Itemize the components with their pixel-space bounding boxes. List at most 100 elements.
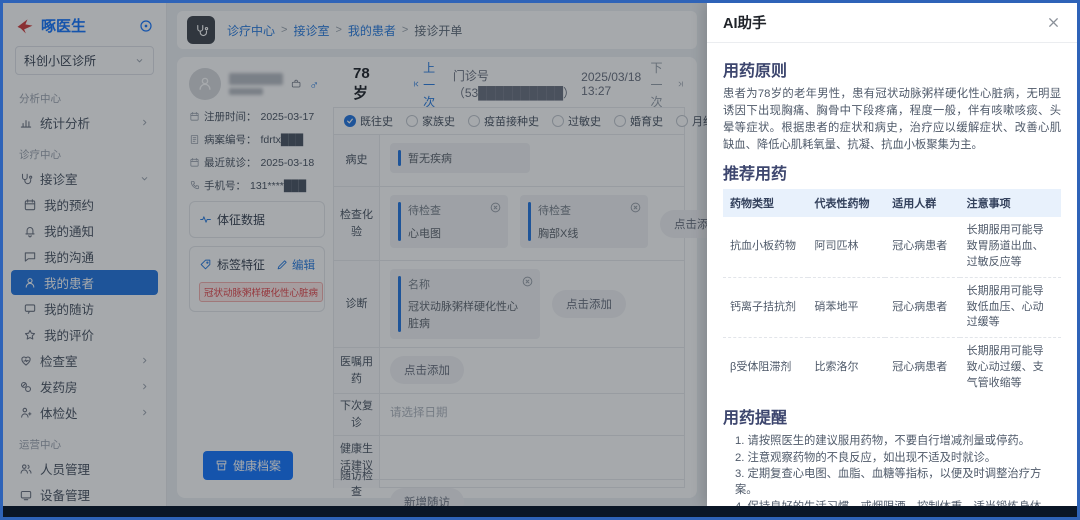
list-item: 3. 定期复查心电图、血脂、血糖等指标，以便及时调整治疗方案。 [735, 466, 1061, 499]
clinic-select[interactable]: 科创小区诊所 [15, 46, 154, 75]
tab-marital-history[interactable]: 婚育史 [614, 113, 663, 129]
diagnosis-card: 名称 冠状动脉粥样硬化性心脏病 [390, 269, 540, 339]
window-frame: 啄医生 科创小区诊所 分析中心 统计分析 诊疗中心 接诊室 [0, 0, 1080, 520]
sidebar-item-device-mgmt[interactable]: 设备管理 [11, 482, 158, 502]
list-item: 1. 请按照医生的建议服用药物，不要自行增减剂量或停药。 [735, 433, 1061, 449]
gender-male-icon: ♂ [309, 77, 319, 92]
sidebar-item-my-patients[interactable]: 我的患者 [11, 270, 158, 295]
table-row: 抗血小板药物 阿司匹林 冠心病患者 长期服用可能导致胃肠道出血、过敏反应等 [723, 217, 1061, 277]
date-picker-input[interactable]: 请选择日期 [390, 402, 448, 420]
sidebar-item-pharmacy[interactable]: 发药房 [11, 374, 158, 399]
stethoscope-icon [19, 172, 33, 186]
sidebar-item-notifications[interactable]: 我的通知 [11, 218, 158, 243]
exam-card-xray: 待检查 胸部X线 [520, 195, 648, 248]
remove-icon[interactable] [521, 275, 534, 288]
pencil-icon [276, 258, 289, 271]
table-row: β受体阻滞剂 比索洛尔 冠心病患者 长期服用可能导致心动过缓、支气管收缩等 [723, 338, 1061, 398]
health-archive-button[interactable]: 健康档案 [203, 451, 293, 480]
arrow-bar-left-icon [412, 78, 420, 90]
pulse-icon [199, 213, 212, 226]
list-item: 2. 注意观察药物的不良反应，如出现不适及时就诊。 [735, 450, 1061, 466]
consultation-form: 既往史 家族史 疫苗接种史 过敏史 婚育史 月经史 流行病学史 病史 [333, 107, 685, 488]
document-icon [189, 134, 200, 145]
tags-card: 标签特征 编辑 冠状动脉粥样硬化性心脏病 [189, 246, 325, 312]
tab-past-history[interactable]: 既往史 [344, 113, 393, 129]
registered-date: 注册时间：2025-03-17 [189, 109, 325, 124]
sidebar-item-physical-exam[interactable]: 体检处 [11, 400, 158, 425]
sidebar-item-communication[interactable]: 我的沟通 [11, 244, 158, 269]
tab-vaccination-history[interactable]: 疫苗接种史 [468, 113, 539, 129]
add-medication-button[interactable]: 点击添加 [390, 356, 464, 384]
ai-assistant-panel: AI助手 用药原则 患者为78岁的老年男性，患有冠状动脉粥样硬化性心脏病，无明显… [707, 3, 1077, 506]
check-icon [346, 117, 354, 125]
app-title: 啄医生 [41, 15, 132, 36]
sidebar-item-appointments[interactable]: 我的预约 [11, 192, 158, 217]
add-diagnosis-button[interactable]: 点击添加 [552, 290, 626, 318]
patient-name-redacted [229, 73, 283, 95]
row-history: 病史 暂无疾病 [334, 135, 684, 187]
row-medication: 医嘱用药 点击添加 [334, 348, 684, 394]
visit-number: 门诊号（53██████████） [453, 67, 575, 101]
reception-shortcut-button[interactable] [187, 16, 215, 44]
row-exams: 检查化验 待检查 心电图 [334, 187, 684, 261]
arrow-bar-right-icon [677, 78, 685, 90]
sidebar-item-reviews[interactable]: 我的评价 [11, 322, 158, 347]
prev-visit-button[interactable]: 上一次 [412, 59, 447, 110]
principles-heading: 用药原则 [723, 57, 1061, 81]
breadcrumb-link[interactable]: 接诊室 [293, 22, 329, 39]
visit-navigator: 上一次 门诊号（53██████████） 2025/03/18 13:27 下… [412, 59, 685, 110]
sidebar-item-reception[interactable]: 接诊室 [11, 166, 158, 191]
patient-info-panel: 注册时间：2025-03-17 病案编号：fdrtx███ 最近就诊：2025-… [189, 107, 325, 488]
sidebar-item-staff-mgmt[interactable]: 人员管理 [11, 456, 158, 481]
sidebar-item-exam-room[interactable]: 检查室 [11, 348, 158, 373]
chevron-right-icon [139, 355, 150, 366]
exam-card-ecg: 待检查 心电图 [390, 195, 508, 248]
edit-tags-button[interactable]: 编辑 [276, 257, 315, 273]
section-analysis: 分析中心 [19, 91, 150, 106]
row-lifestyle-advice: 健康生活建议 [334, 436, 684, 480]
phone-icon [189, 180, 200, 191]
calendar-icon [189, 157, 200, 168]
next-visit-button[interactable]: 下一次 [650, 59, 685, 110]
breadcrumb-current: 接诊开单 [414, 22, 462, 39]
briefcase-icon [291, 77, 301, 91]
row-next-visit: 下次复诊 请选择日期 [334, 394, 684, 436]
main-content: 诊疗中心 > 接诊室 > 我的患者 > 接诊开单 [167, 3, 707, 506]
history-card: 暂无疾病 [390, 143, 530, 173]
sidebar-item-stats[interactable]: 统计分析 [11, 110, 158, 135]
collapse-sidebar-icon[interactable] [138, 18, 154, 34]
chart-icon [19, 116, 33, 130]
ai-panel-body: 用药原则 患者为78岁的老年男性，患有冠状动脉粥样硬化性心脏病，无明显诱因下出现… [707, 43, 1077, 506]
row-diagnosis: 诊断 名称 冠状动脉粥样硬化性心脏病 [334, 261, 684, 348]
tab-family-history[interactable]: 家族史 [406, 113, 455, 129]
vitals-card[interactable]: 体征数据 [189, 201, 325, 238]
last-visit-date: 最近就诊：2025-03-18 [189, 155, 325, 170]
sidebar-item-followup[interactable]: 我的随访 [11, 296, 158, 321]
bird-logo-icon [15, 16, 35, 36]
pills-icon [19, 380, 33, 394]
row-followup: 随访检查 新增随访 [334, 480, 684, 487]
medication-reminder-heading: 用药提醒 [723, 404, 1061, 428]
patient-age: 78岁 [353, 65, 376, 103]
patient-header: ♂ 78岁 上一次 门诊号（53██████████） 2025/03/18 1… [189, 65, 685, 103]
patient-card: ♂ 78岁 上一次 门诊号（53██████████） 2025/03/18 1… [177, 57, 697, 498]
phone-number: 手机号：131****███ [189, 178, 325, 193]
chevron-down-icon [134, 55, 145, 66]
close-icon[interactable] [1046, 15, 1061, 30]
calendar-icon [189, 111, 200, 122]
breadcrumb-bar: 诊疗中心 > 接诊室 > 我的患者 > 接诊开单 [177, 11, 697, 49]
users-icon [19, 462, 33, 476]
archive-icon [215, 459, 228, 472]
remove-icon[interactable] [489, 201, 502, 214]
tab-allergy-history[interactable]: 过敏史 [552, 113, 601, 129]
breadcrumb-link[interactable]: 诊疗中心 [227, 22, 275, 39]
sidebar-menu: 分析中心 统计分析 诊疗中心 接诊室 我的预约 [3, 79, 166, 502]
chevron-down-icon [139, 173, 150, 184]
medication-reminder-list: 1. 请按照医生的建议服用药物，不要自行增减剂量或停药。 2. 注意观察药物的不… [723, 433, 1061, 506]
new-followup-button[interactable]: 新增随访 [390, 488, 464, 506]
breadcrumb: 诊疗中心 > 接诊室 > 我的患者 > 接诊开单 [227, 22, 462, 39]
breadcrumb-link[interactable]: 我的患者 [348, 22, 396, 39]
remove-icon[interactable] [629, 201, 642, 214]
lifestyle-advice-input[interactable] [380, 436, 684, 479]
window-bottom-bar [3, 506, 1077, 517]
